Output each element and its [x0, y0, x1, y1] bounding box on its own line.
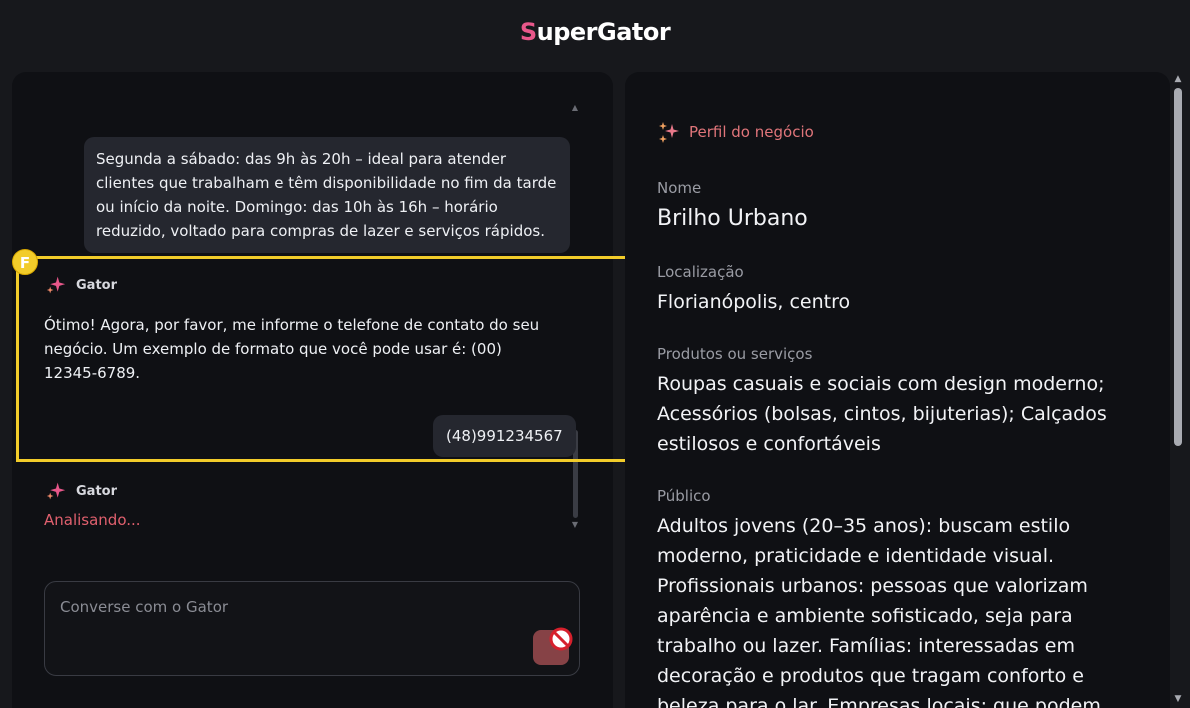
app-header: SuperGator — [0, 0, 1190, 64]
field-value-location: Florianópolis, centro — [657, 291, 851, 313]
gator-message-phone-request: Ótimo! Agora, por favor, me informe o te… — [44, 316, 540, 382]
gator-author-name: Gator — [76, 483, 117, 499]
chat-scroll-down-arrow-icon[interactable]: ▼ — [571, 521, 579, 529]
gator-author-name: Gator — [76, 277, 117, 293]
field-value-name: Brilho Urbano — [657, 206, 808, 231]
profile-header-title: Perfil do negócio — [689, 123, 814, 141]
chat-input-box[interactable] — [44, 581, 580, 676]
logo-first-letter: S — [519, 18, 537, 46]
sparkle-icon — [46, 482, 66, 500]
user-message-hours: Segunda a sábado: das 9h às 20h – ideal … — [84, 137, 570, 253]
chat-input[interactable] — [58, 594, 532, 620]
field-label-products: Produtos ou serviços — [657, 345, 813, 363]
chat-scroll-up-arrow-icon[interactable]: ▲ — [571, 104, 579, 112]
field-label-location: Localização — [657, 263, 744, 281]
sparkles-icon — [659, 122, 679, 143]
analyzing-status: Analisando... — [44, 511, 141, 529]
highlight-badge: F — [12, 249, 38, 275]
profile-scroll-up-arrow-icon[interactable]: ▲ — [1172, 74, 1184, 84]
sparkle-icon — [46, 276, 66, 294]
field-label-name: Nome — [657, 179, 702, 197]
not-allowed-icon — [549, 627, 573, 651]
user-message-phone: (48)991234567 — [433, 415, 576, 457]
gator-author-row: Gator — [46, 275, 117, 295]
logo-text: uperGator — [536, 18, 671, 46]
field-value-products: Roupas casuais e sociais com design mode… — [657, 373, 1107, 455]
app-logo: SuperGator — [519, 18, 671, 46]
profile-scrollbar-thumb[interactable] — [1174, 88, 1182, 446]
gator-author-row-2: Gator — [46, 481, 117, 501]
profile-scroll-down-arrow-icon[interactable]: ▼ — [1172, 694, 1184, 704]
field-label-audience: Público — [657, 487, 711, 505]
field-value-audience: Adultos jovens (20–35 anos): buscam esti… — [657, 515, 1101, 708]
profile-header: Perfil do negócio — [657, 120, 814, 144]
